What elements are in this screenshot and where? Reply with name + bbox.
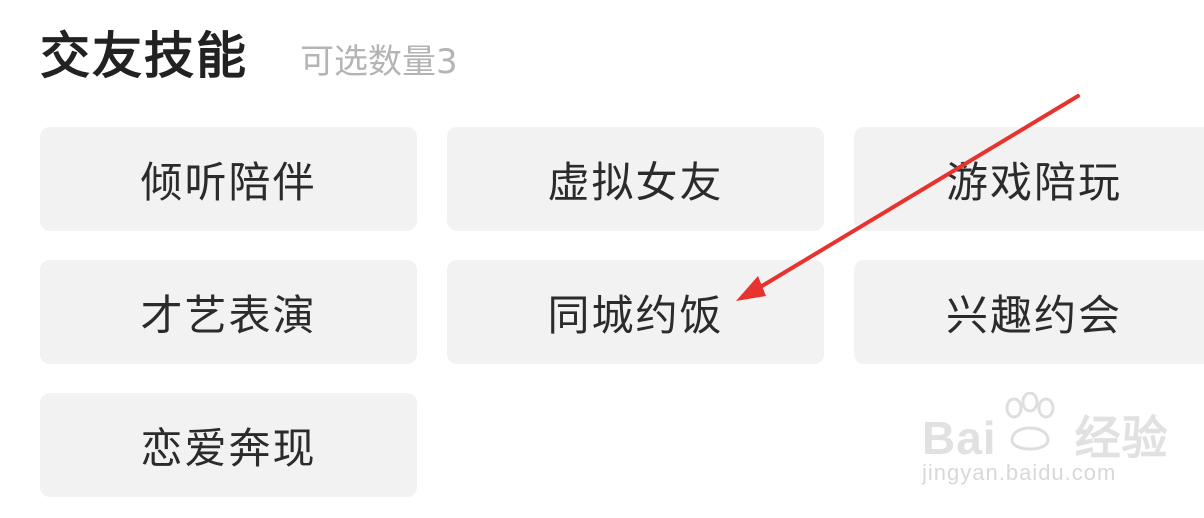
skill-chip-local-dinner[interactable]: 同城约饭	[447, 260, 824, 364]
skill-chip-talent-show[interactable]: 才艺表演	[40, 260, 417, 364]
baidu-jingyan-watermark: Bai 经验 jingyan.baidu.com	[922, 392, 1168, 502]
skill-chip-label: 才艺表演	[140, 290, 317, 340]
skill-chip-label: 同城约饭	[547, 290, 724, 340]
selection-limit-hint: 可选数量3	[300, 42, 458, 82]
skill-chip-label: 游戏陪玩	[945, 157, 1122, 207]
section-title: 交友技能	[40, 27, 248, 85]
paw-logo-icon	[1005, 392, 1055, 451]
skill-chip-listen-company[interactable]: 倾听陪伴	[40, 127, 417, 231]
skill-chip-label: 兴趣约会	[945, 290, 1122, 340]
watermark-logo-text: Bai 经验	[922, 412, 1169, 464]
watermark-url: jingyan.baidu.com	[922, 460, 1117, 485]
skill-chip-interest-date[interactable]: 兴趣约会	[854, 260, 1204, 364]
skill-chip-label: 虚拟女友	[547, 157, 724, 207]
skill-chip-romance-meetup[interactable]: 恋爱奔现	[40, 393, 417, 497]
skill-chip-label: 恋爱奔现	[140, 423, 317, 473]
skill-chip-game-companion[interactable]: 游戏陪玩	[854, 127, 1204, 231]
skill-chip-virtual-girlfriend[interactable]: 虚拟女友	[447, 127, 824, 231]
skills-panel: 交友技能 可选数量3 倾听陪伴 虚拟女友 游戏陪玩 才艺表演 同城约饭 兴趣约会…	[0, 0, 1204, 518]
section-header: 交友技能 可选数量3	[40, 24, 458, 88]
skill-chip-label: 倾听陪伴	[140, 157, 317, 207]
